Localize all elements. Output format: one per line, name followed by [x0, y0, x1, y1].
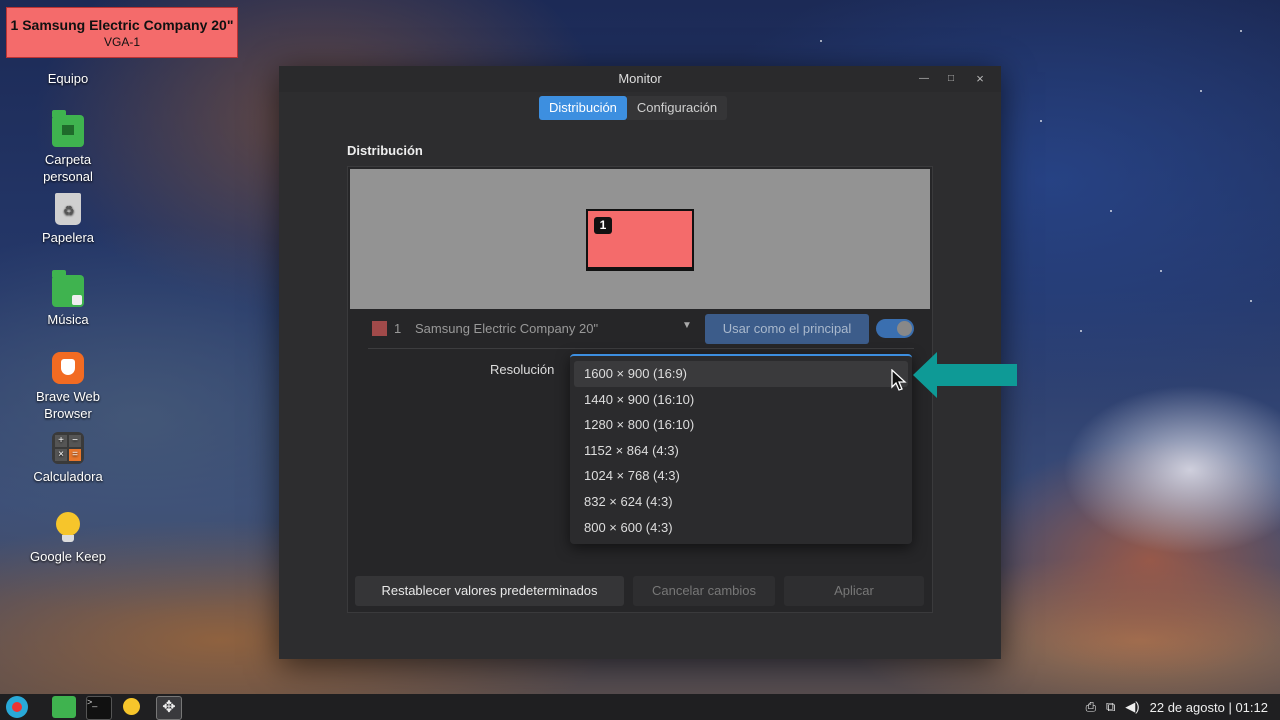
- window-title: Monitor: [618, 71, 662, 86]
- resolution-label: Resolución: [490, 362, 555, 377]
- desktop-icon-carpeta-personal[interactable]: Carpeta personal: [23, 110, 113, 185]
- chevron-down-icon: ▼: [682, 320, 692, 331]
- monitor-color-swatch: [372, 321, 387, 336]
- home-folder-icon: [52, 110, 84, 147]
- maximize-icon[interactable]: □: [943, 71, 959, 87]
- monitor-arrangement-area[interactable]: 1: [350, 169, 930, 309]
- clock-separator: |: [1228, 699, 1232, 715]
- music-folder-icon: [52, 270, 84, 307]
- close-icon[interactable]: ×: [972, 71, 988, 87]
- taskbar: >_ ✥ ⎙ ⧉ ◀) 22 de agosto | 01:12: [0, 694, 1280, 720]
- desktop-icon-musica[interactable]: Música: [23, 270, 113, 328]
- clock-date[interactable]: 22 de agosto: [1150, 700, 1225, 715]
- desktop-icon-equipo[interactable]: Equipo: [23, 70, 113, 87]
- set-primary-button[interactable]: Usar como el principal: [705, 314, 869, 344]
- apply-button[interactable]: Aplicar: [784, 576, 924, 606]
- brave-browser-icon: [52, 352, 84, 384]
- monitor-enable-toggle[interactable]: [876, 319, 914, 338]
- papelera-label: Papelera: [41, 230, 95, 245]
- brave-label: Brave Web Browser: [35, 389, 101, 421]
- resolution-option[interactable]: 1152 × 864 (4:3): [574, 438, 908, 464]
- resolution-option[interactable]: 1600 × 900 (16:9): [574, 361, 908, 387]
- resolution-option[interactable]: 800 × 600 (4:3): [574, 515, 908, 541]
- monitor-selector-number: 1: [394, 321, 402, 336]
- desktop-icon-calculadora[interactable]: + − × = Calculadora: [23, 432, 113, 485]
- calculadora-label: Calculadora: [33, 469, 103, 484]
- tab-distribucion[interactable]: Distribución: [539, 96, 627, 120]
- cancel-changes-button[interactable]: Cancelar cambios: [633, 576, 775, 606]
- reset-defaults-button[interactable]: Restablecer valores predeterminados: [355, 576, 624, 606]
- resolution-option[interactable]: 1440 × 900 (16:10): [574, 387, 908, 413]
- lightbulb-icon: [52, 512, 84, 544]
- resolution-dropdown[interactable]: 1600 × 900 (16:9) 1440 × 900 (16:10) 128…: [570, 354, 912, 544]
- trash-icon: ♻: [55, 193, 81, 225]
- monitor-preview[interactable]: 1: [586, 209, 694, 271]
- pointer-arrow-annotation: [913, 352, 1017, 398]
- monitor-selector[interactable]: 1 Samsung Electric Company 20" ▼: [370, 317, 700, 341]
- tab-bar: Distribución Configuración: [539, 96, 728, 120]
- clock-time[interactable]: 01:12: [1235, 700, 1268, 715]
- move-icon[interactable]: ✥: [156, 696, 182, 720]
- resolution-option[interactable]: 1024 × 768 (4:3): [574, 463, 908, 489]
- network-icon[interactable]: ⧉: [1106, 699, 1115, 715]
- volume-icon[interactable]: ◀): [1125, 699, 1139, 715]
- file-manager-icon[interactable]: [52, 696, 76, 718]
- system-tray: ⎙ ⧉ ◀) 22 de agosto | 01:12: [1086, 699, 1268, 715]
- layout-panel: 1 1 Samsung Electric Company 20" ▼ Usar …: [347, 166, 933, 613]
- desktop-icon-brave[interactable]: Brave Web Browser: [23, 352, 113, 422]
- notification-title: 1 Samsung Electric Company 20": [10, 17, 234, 33]
- tab-configuracion[interactable]: Configuración: [626, 96, 728, 120]
- resolution-option[interactable]: 1280 × 800 (16:10): [574, 412, 908, 438]
- carpeta-personal-label: Carpeta personal: [43, 152, 93, 184]
- monitor-window: Monitor — □ × Distribución Configuración…: [279, 66, 1001, 659]
- desktop-icon-google-keep[interactable]: Google Keep: [23, 512, 113, 565]
- section-title: Distribución: [347, 143, 423, 158]
- monitor-selector-name: Samsung Electric Company 20": [415, 321, 599, 336]
- resolution-option[interactable]: 832 × 624 (4:3): [574, 489, 908, 515]
- lightbulb-icon[interactable]: [120, 696, 144, 718]
- toggle-knob: [897, 321, 912, 336]
- monitor-notification: 1 Samsung Electric Company 20" VGA-1: [6, 7, 238, 58]
- equipo-label: Equipo: [47, 71, 89, 86]
- terminal-icon[interactable]: >_: [86, 696, 112, 720]
- printer-icon[interactable]: ⎙: [1086, 699, 1096, 715]
- minimize-icon[interactable]: —: [916, 71, 932, 87]
- monitor-badge: 1: [594, 217, 612, 234]
- divider: [368, 348, 914, 349]
- notification-subtitle: VGA-1: [103, 35, 140, 49]
- google-keep-label: Google Keep: [30, 549, 106, 564]
- desktop-icon-papelera[interactable]: ♻ Papelera: [23, 193, 113, 246]
- mouse-cursor-icon: [891, 369, 907, 391]
- musica-label: Música: [47, 312, 89, 327]
- app-menu-icon[interactable]: [6, 696, 28, 718]
- calculator-icon: + − × =: [52, 432, 84, 464]
- titlebar[interactable]: Monitor — □ ×: [279, 66, 1001, 92]
